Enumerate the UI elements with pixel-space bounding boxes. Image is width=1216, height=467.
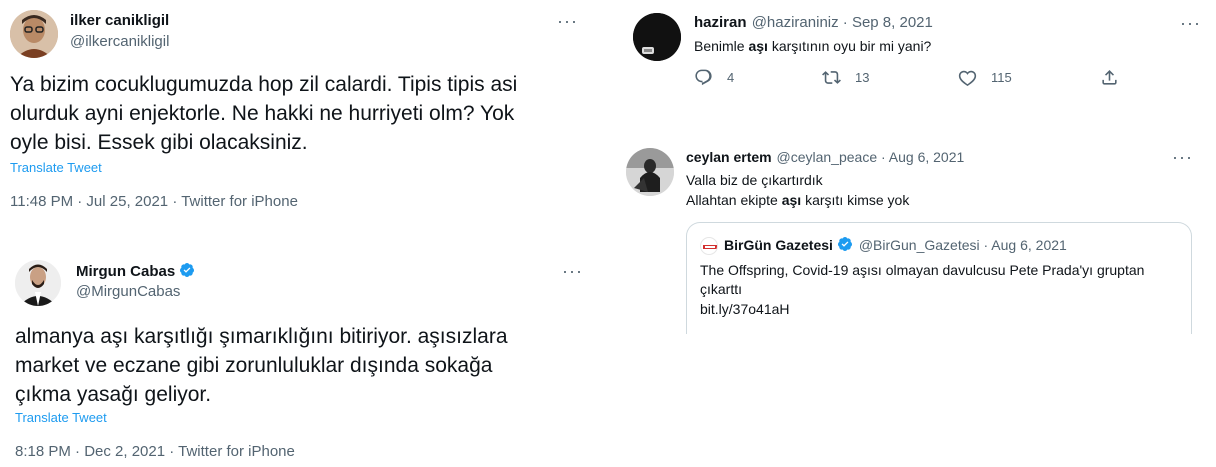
author-name-text[interactable]: Mirgun Cabas [76, 263, 175, 280]
tweet-text: Benimle aşı karşıtının oyu bir mi yani? [694, 36, 931, 56]
highlight-term: aşı [748, 38, 768, 54]
translate-tweet-link[interactable]: Translate Tweet [15, 410, 107, 425]
tweet-text: almanya aşı karşıtlığı şımarıklığını bit… [15, 322, 605, 409]
avatar[interactable] [10, 10, 58, 58]
translate-tweet-link[interactable]: Translate Tweet [10, 160, 102, 175]
quoted-author: BirGün Gazetesi @BirGun_Gazetesi · Aug 6… [724, 236, 1067, 253]
retweet-count: 13 [855, 70, 870, 85]
tweet-text-line: olurduk ayni enjektorle. Ne hakki ne hur… [10, 102, 515, 125]
reply-count: 4 [727, 70, 735, 85]
author-handle[interactable]: @ilkercanikligil [70, 33, 169, 50]
quoted-handle-date: @BirGun_Gazetesi · Aug 6, 2021 [858, 237, 1067, 253]
more-options-icon[interactable]: ··· [562, 262, 583, 280]
like-button[interactable]: 115 [958, 68, 1012, 87]
reply-button[interactable]: 4 [694, 68, 734, 87]
share-button[interactable] [1100, 68, 1119, 87]
text-segment: karşıtı kimse yok [801, 192, 910, 208]
author-name: ceylan ertem @ceylan_peace · Aug 6, 2021 [686, 149, 964, 165]
retweet-icon [822, 71, 841, 84]
text-segment: karşıtının oyu bir mi yani? [767, 38, 932, 54]
quoted-link[interactable]: bit.ly/37o41aH [700, 299, 790, 319]
quoted-avatar [700, 237, 718, 255]
tweet-text-line: almanya aşı karşıtlığı şımarıklığını bit… [15, 325, 508, 348]
more-options-icon[interactable]: ··· [1172, 148, 1193, 166]
author-handle-date[interactable]: @ceylan_peace · Aug 6, 2021 [777, 149, 965, 165]
more-options-icon[interactable]: ··· [557, 12, 578, 30]
author-name-text[interactable]: haziran [694, 14, 747, 31]
tweet-text-line: Ya bizim cocuklugumuzda hop zil calardi.… [10, 73, 518, 96]
tweet-timestamp[interactable]: 11:48 PM · Jul 25, 2021 · Twitter for iP… [10, 193, 298, 210]
text-segment: Allahtan ekipte [686, 192, 782, 208]
verified-badge-icon [837, 237, 852, 251]
tweet-text-line: market ve eczane gibi zorunluluklar dışı… [15, 354, 493, 377]
tweet-timestamp[interactable]: 8:18 PM · Dec 2, 2021 · Twitter for iPho… [15, 443, 295, 460]
tweet-text-line: Valla biz de çıkartırdık [686, 172, 823, 188]
author-name[interactable]: ilker canikligil [70, 12, 169, 29]
reply-icon [695, 69, 712, 86]
author-name-text[interactable]: ceylan ertem [686, 149, 772, 165]
avatar[interactable] [15, 260, 61, 306]
author-name: haziran @haziraniniz · Sep 8, 2021 [694, 14, 933, 31]
retweet-button[interactable]: 13 [822, 68, 869, 87]
highlight-term: aşı [781, 192, 802, 208]
verified-badge-icon [180, 263, 195, 277]
author-handle[interactable]: @MirgunCabas [76, 283, 180, 300]
quoted-author-name: BirGün Gazetesi [724, 237, 833, 253]
tweet-text-line: Allahtan ekipte aşı karşıtı kimse yok [686, 190, 909, 210]
tweet-text-line: çıkma yasağı geliyor. [15, 383, 212, 406]
quoted-text-line: The Offspring, Covid-19 aşısı olmayan da… [700, 262, 1145, 278]
avatar[interactable] [633, 13, 681, 61]
more-options-icon[interactable]: ··· [1180, 14, 1201, 32]
tweet-text: Ya bizim cocuklugumuzda hop zil calardi.… [10, 70, 600, 157]
text-segment: Benimle [694, 38, 749, 54]
like-count: 115 [991, 70, 1012, 85]
heart-icon [958, 70, 977, 87]
tweet-text-line: oyle bisi. Essek gibi olacaksiniz. [10, 131, 308, 154]
avatar[interactable] [626, 148, 674, 196]
quoted-text-line: çıkarttı [700, 281, 743, 297]
author-handle-date[interactable]: @haziraniniz · Sep 8, 2021 [752, 14, 933, 31]
quoted-tweet[interactable]: BirGün Gazetesi @BirGun_Gazetesi · Aug 6… [686, 222, 1192, 334]
author-name[interactable]: Mirgun Cabas [76, 262, 195, 280]
share-icon [1102, 70, 1117, 85]
